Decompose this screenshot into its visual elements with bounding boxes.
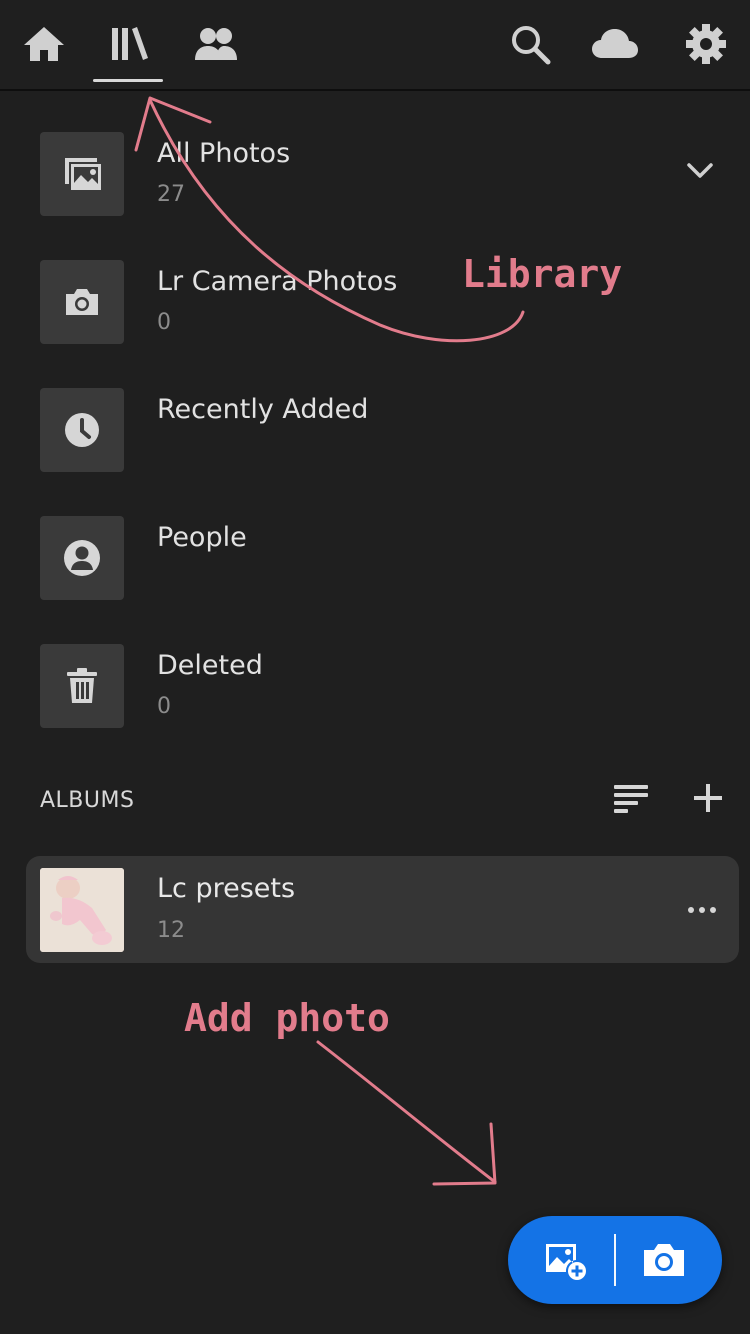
row-title: Deleted <box>157 650 263 681</box>
home-icon <box>24 27 64 61</box>
library-item-people[interactable]: People <box>0 516 750 616</box>
search-icon <box>512 26 551 65</box>
add-image-icon <box>546 1244 586 1280</box>
cloud-sync-button[interactable] <box>589 18 641 70</box>
clock-icon <box>65 413 99 447</box>
row-count: 27 <box>157 182 185 207</box>
row-count: 0 <box>157 310 171 335</box>
row-title: Recently Added <box>157 394 369 425</box>
people-icon <box>195 28 237 60</box>
annotation-add-photo-label: Add photo <box>184 996 390 1040</box>
image-stack-icon <box>65 158 101 190</box>
row-title: Lr Camera Photos <box>157 266 398 297</box>
album-title: Lc presets <box>157 873 296 904</box>
add-photo-arrow-line <box>316 1040 497 1184</box>
person-icon <box>64 540 100 576</box>
trash-icon <box>67 668 97 703</box>
people-thumbnail <box>40 516 124 600</box>
annotation-library-label: Library <box>462 252 623 296</box>
library-item-deleted[interactable]: Deleted 0 <box>0 644 750 744</box>
lightroom-library-screen: All Photos 27 Lr Camera Photos 0 Recentl… <box>0 0 750 1334</box>
add-photo-button[interactable] <box>516 1216 616 1304</box>
add-album-button[interactable] <box>686 776 730 820</box>
album-item-lc-presets[interactable]: Lc presets 12 <box>26 856 739 963</box>
library-icon <box>112 27 148 60</box>
tab-home[interactable] <box>18 18 70 70</box>
sort-icon <box>614 785 648 813</box>
sort-albums-button[interactable] <box>609 776 653 820</box>
gear-icon <box>686 24 726 64</box>
album-count: 12 <box>157 918 185 943</box>
chevron-down-icon <box>687 163 713 178</box>
cloud-icon <box>592 29 638 58</box>
tab-people[interactable] <box>190 18 242 70</box>
row-title: All Photos <box>157 138 291 169</box>
plus-icon <box>694 784 722 812</box>
search-button[interactable] <box>504 18 556 70</box>
album-thumbnail <box>40 868 124 952</box>
recently-added-thumbnail <box>40 388 124 472</box>
library-item-lr-camera-photos[interactable]: Lr Camera Photos 0 <box>0 260 750 360</box>
add-photo-arrowhead <box>432 1122 497 1186</box>
row-title: People <box>157 522 247 553</box>
library-item-all-photos[interactable]: All Photos 27 <box>0 132 750 232</box>
camera-icon <box>66 289 98 315</box>
more-icon <box>688 907 716 913</box>
albums-section-header: ALBUMS <box>40 788 135 813</box>
album-more-button[interactable] <box>678 892 726 928</box>
add-photo-fab <box>508 1216 722 1304</box>
library-item-recently-added[interactable]: Recently Added <box>0 388 750 488</box>
active-tab-indicator <box>93 79 163 82</box>
expand-button[interactable] <box>683 154 717 188</box>
all-photos-thumbnail <box>40 132 124 216</box>
baby-photo-thumbnail <box>40 868 124 952</box>
row-count: 0 <box>157 694 171 719</box>
camera-capture-button[interactable] <box>614 1216 714 1304</box>
settings-button[interactable] <box>680 18 732 70</box>
lr-camera-thumbnail <box>40 260 124 344</box>
camera-icon <box>644 1244 684 1276</box>
deleted-thumbnail <box>40 644 124 728</box>
top-nav-bar <box>0 0 750 91</box>
tab-library[interactable] <box>102 18 154 70</box>
